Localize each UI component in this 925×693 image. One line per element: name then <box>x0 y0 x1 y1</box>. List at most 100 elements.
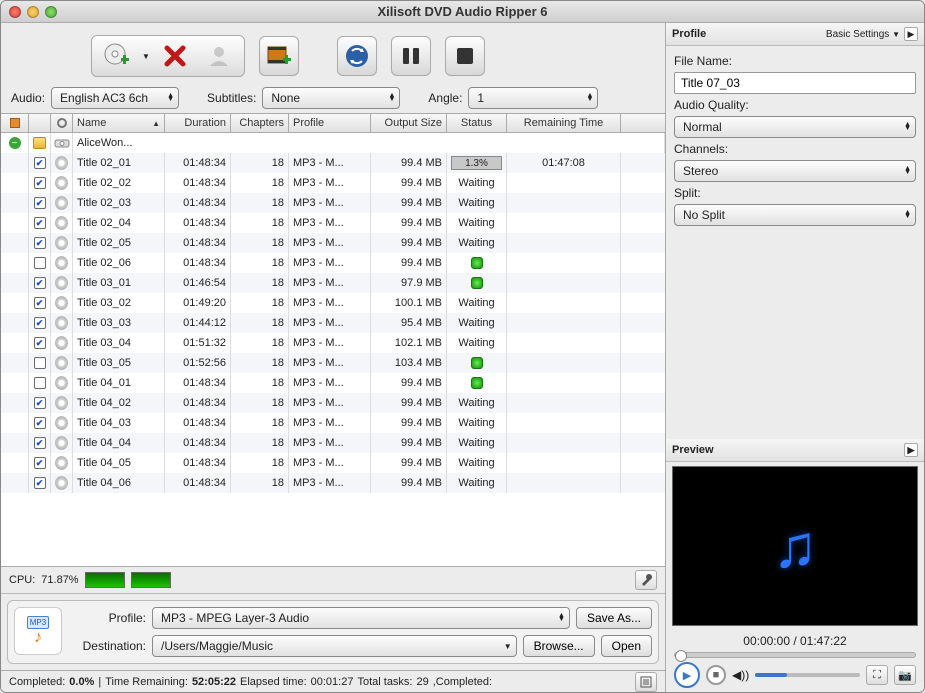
settings-button[interactable] <box>635 570 657 590</box>
col-expand[interactable] <box>29 114 51 132</box>
table-row[interactable]: Title 04_0501:48:3418MP3 - M...99.4 MBWa… <box>1 453 665 473</box>
cell-status: Waiting <box>447 233 507 253</box>
cell-remaining <box>507 373 621 393</box>
table-row[interactable]: Title 02_0101:48:3418MP3 - M...99.4 MB1.… <box>1 153 665 173</box>
col-chapters[interactable]: Chapters <box>231 114 289 132</box>
table-root-row[interactable]: −AliceWon... <box>1 133 665 153</box>
row-checkbox[interactable] <box>34 177 46 189</box>
output-profile-select[interactable]: MP3 - MPEG Layer-3 Audio ▲▼ <box>152 607 570 629</box>
table-row[interactable]: Title 02_0301:48:3418MP3 - M...99.4 MBWa… <box>1 193 665 213</box>
browse-button[interactable]: Browse... <box>523 635 595 657</box>
subtitles-select[interactable]: None ▲▼ <box>262 87 400 109</box>
row-checkbox[interactable] <box>34 297 46 309</box>
col-name[interactable]: Name▲ <box>73 114 165 132</box>
destination-select[interactable]: /Users/Maggie/Music ▼ <box>152 635 517 657</box>
audio-select[interactable]: English AC3 6ch ▲▼ <box>51 87 179 109</box>
open-button[interactable]: Open <box>601 635 652 657</box>
select-caret-icon: ▲▼ <box>586 94 593 102</box>
volume-slider[interactable] <box>755 673 860 677</box>
start-convert-button[interactable] <box>337 36 377 76</box>
cell-remaining <box>507 333 621 353</box>
cell-status: Waiting <box>447 173 507 193</box>
table-row[interactable]: Title 03_0201:49:2018MP3 - M...100.1 MBW… <box>1 293 665 313</box>
row-checkbox[interactable] <box>34 357 46 369</box>
minimize-window-button[interactable] <box>27 6 39 18</box>
col-disc-icon[interactable] <box>51 114 73 132</box>
table-body[interactable]: −AliceWon...Title 02_0101:48:3418MP3 - M… <box>1 133 665 566</box>
split-select[interactable]: No Split▲▼ <box>674 204 916 226</box>
row-checkbox[interactable] <box>34 457 46 469</box>
cell-output: 99.4 MB <box>371 453 447 473</box>
table-row[interactable]: Title 03_0301:44:1218MP3 - M...95.4 MBWa… <box>1 313 665 333</box>
table-row[interactable]: Title 02_0601:48:3418MP3 - M...99.4 MB <box>1 253 665 273</box>
table-row[interactable]: Title 04_0301:48:3418MP3 - M...99.4 MBWa… <box>1 413 665 433</box>
row-checkbox[interactable] <box>34 277 46 289</box>
row-checkbox[interactable] <box>34 417 46 429</box>
remove-button[interactable] <box>156 39 194 73</box>
collapse-icon[interactable]: − <box>9 137 21 149</box>
col-duration[interactable]: Duration <box>165 114 231 132</box>
table-row[interactable]: Title 03_0101:46:5418MP3 - M...97.9 MB <box>1 273 665 293</box>
table-row[interactable]: Title 03_0501:52:5618MP3 - M...103.4 MB <box>1 353 665 373</box>
play-button[interactable]: ▶ <box>674 662 700 688</box>
cell-duration: 01:51:32 <box>165 333 231 353</box>
row-checkbox[interactable] <box>34 157 46 169</box>
audio-value: English AC3 6ch <box>60 91 148 105</box>
row-checkbox[interactable] <box>34 197 46 209</box>
table-row[interactable]: Title 02_0201:48:3418MP3 - M...99.4 MBWa… <box>1 173 665 193</box>
log-button[interactable] <box>635 672 657 692</box>
col-status[interactable]: Status <box>447 114 507 132</box>
table-row[interactable]: Title 04_0201:48:3418MP3 - M...99.4 MBWa… <box>1 393 665 413</box>
table-row[interactable]: Title 02_0401:48:3418MP3 - M...99.4 MBWa… <box>1 213 665 233</box>
row-checkbox[interactable] <box>34 257 46 269</box>
stop-preview-button[interactable]: ■ <box>706 665 726 685</box>
seek-slider[interactable] <box>674 652 916 658</box>
stop-convert-button[interactable] <box>445 36 485 76</box>
table-row[interactable]: Title 04_0401:48:3418MP3 - M...99.4 MBWa… <box>1 433 665 453</box>
col-remaining[interactable]: Remaining Time <box>507 114 621 132</box>
dropdown-caret-icon[interactable]: ▼ <box>142 52 150 61</box>
row-checkbox[interactable] <box>34 377 46 389</box>
row-checkbox[interactable] <box>34 237 46 249</box>
channels-select[interactable]: Stereo▲▼ <box>674 160 916 182</box>
cell-profile: MP3 - M... <box>289 273 371 293</box>
close-window-button[interactable] <box>9 6 21 18</box>
pause-convert-button[interactable] <box>391 36 431 76</box>
table-row[interactable]: Title 04_0101:48:3418MP3 - M...99.4 MB <box>1 373 665 393</box>
collapse-preview-button[interactable]: ▶ <box>904 443 918 457</box>
row-checkbox[interactable] <box>34 317 46 329</box>
file-name-input[interactable] <box>674 72 916 94</box>
add-clip-button[interactable] <box>259 36 299 76</box>
table-row[interactable]: Title 02_0501:48:3418MP3 - M...99.4 MBWa… <box>1 233 665 253</box>
audio-label: Audio: <box>11 91 45 105</box>
add-disc-button[interactable] <box>98 39 136 73</box>
row-checkbox[interactable] <box>34 337 46 349</box>
row-checkbox[interactable] <box>34 397 46 409</box>
cell-remaining <box>507 353 621 373</box>
angle-select[interactable]: 1 ▲▼ <box>468 87 598 109</box>
col-profile[interactable]: Profile <box>289 114 371 132</box>
zoom-window-button[interactable] <box>45 6 57 18</box>
row-checkbox[interactable] <box>34 437 46 449</box>
row-checkbox[interactable] <box>34 477 46 489</box>
collapse-profile-button[interactable]: ▶ <box>904 27 918 41</box>
status-done-icon <box>471 257 483 269</box>
save-as-button[interactable]: Save As... <box>576 607 652 629</box>
table-row[interactable]: Title 03_0401:51:3218MP3 - M...102.1 MBW… <box>1 333 665 353</box>
fullscreen-button[interactable]: ⛶ <box>866 665 888 685</box>
volume-icon[interactable]: ◀)) <box>732 668 749 682</box>
disc-icon <box>55 476 68 490</box>
cell-name: Title 02_04 <box>73 213 165 233</box>
table-row[interactable]: Title 04_0601:48:3418MP3 - M...99.4 MBWa… <box>1 473 665 493</box>
cell-name: Title 03_05 <box>73 353 165 373</box>
col-select-all[interactable] <box>1 114 29 132</box>
settings-dropdown[interactable]: Basic Settings ▼ <box>826 29 900 40</box>
audio-quality-select[interactable]: Normal▲▼ <box>674 116 916 138</box>
row-checkbox[interactable] <box>34 217 46 229</box>
snapshot-button[interactable]: 📷 <box>894 665 916 685</box>
cell-duration: 01:48:34 <box>165 433 231 453</box>
completed-suffix: ,Completed: <box>433 676 492 688</box>
col-output-size[interactable]: Output Size <box>371 114 447 132</box>
cell-status: Waiting <box>447 193 507 213</box>
user-button[interactable] <box>200 39 238 73</box>
